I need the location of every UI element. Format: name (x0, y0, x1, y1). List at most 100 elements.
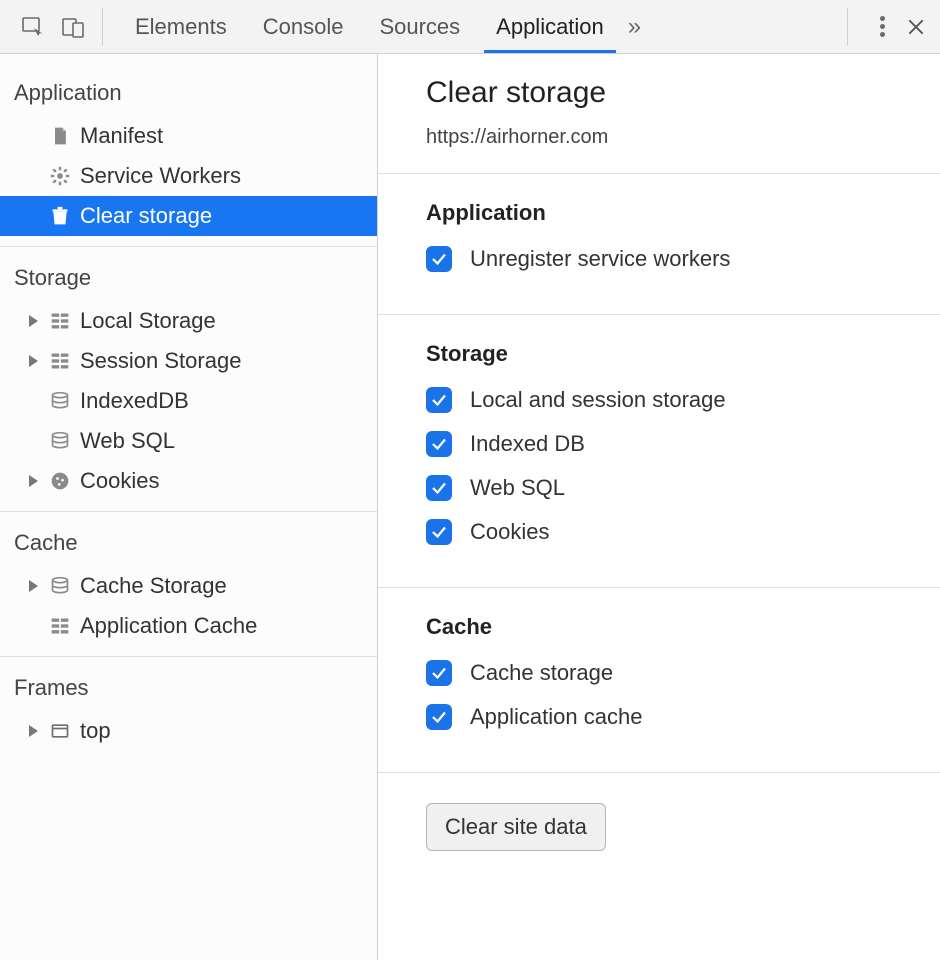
sidebar-item-cache-storage[interactable]: Cache Storage (0, 566, 377, 606)
sidebar-item-label: Service Workers (76, 163, 241, 189)
grid-icon (46, 311, 74, 331)
sidebar-item-label: Web SQL (76, 428, 175, 454)
checkbox-checked-icon[interactable] (426, 519, 452, 545)
sidebar-item-indexeddb[interactable]: IndexedDB (0, 381, 377, 421)
sidebar-group-frames: Frames top (0, 661, 377, 751)
expand-arrow-icon[interactable] (22, 580, 44, 592)
sidebar-group-application: Application Manifest Service Workers (0, 66, 377, 236)
section-heading: Cache (426, 614, 892, 640)
sidebar-item-label: Session Storage (76, 348, 241, 374)
grid-icon (46, 616, 74, 636)
sidebar-group-title: Storage (0, 251, 377, 301)
inspect-element-icon[interactable] (18, 12, 48, 42)
check-indexed-db[interactable]: Indexed DB (426, 431, 892, 457)
close-devtools-icon[interactable] (902, 13, 930, 41)
checkbox-label: Indexed DB (470, 431, 585, 457)
sidebar-item-local-storage[interactable]: Local Storage (0, 301, 377, 341)
checkbox-checked-icon[interactable] (426, 387, 452, 413)
sidebar-item-service-workers[interactable]: Service Workers (0, 156, 377, 196)
expand-arrow-icon[interactable] (22, 315, 44, 327)
toolbar-separator (847, 8, 848, 46)
panel-footer: Clear site data (378, 773, 940, 881)
more-options-icon[interactable] (870, 16, 894, 37)
sidebar-group-storage: Storage Local Storage Session Storage In… (0, 251, 377, 501)
db-icon (46, 431, 74, 451)
sidebar-item-label: top (76, 718, 111, 744)
check-cookies[interactable]: Cookies (426, 519, 892, 545)
tab-label: Elements (135, 14, 227, 40)
tab-label: Application (496, 14, 604, 40)
sidebar-item-websql[interactable]: Web SQL (0, 421, 377, 461)
devtools-toolbar: Elements Console Sources Application » (0, 0, 940, 54)
sidebar-separator (0, 246, 377, 247)
tabs-overflow-icon[interactable]: » (628, 13, 641, 41)
sidebar-item-session-storage[interactable]: Session Storage (0, 341, 377, 381)
sidebar-item-application-cache[interactable]: Application Cache (0, 606, 377, 646)
sidebar-group-title: Frames (0, 661, 377, 711)
sidebar-item-label: Cookies (76, 468, 159, 494)
devtools-tabs: Elements Console Sources Application (117, 0, 622, 53)
checkbox-label: Application cache (470, 704, 642, 730)
check-application-cache[interactable]: Application cache (426, 704, 892, 730)
cookie-icon (46, 471, 74, 491)
clear-storage-panel: Clear storage https://airhorner.com Appl… (378, 54, 940, 960)
check-cache-storage[interactable]: Cache storage (426, 660, 892, 686)
tab-label: Sources (379, 14, 460, 40)
sidebar-item-label: Application Cache (76, 613, 257, 639)
expand-arrow-icon[interactable] (22, 475, 44, 487)
section-heading: Application (426, 200, 892, 226)
checkbox-label: Local and session storage (470, 387, 726, 413)
sidebar-group-cache: Cache Cache Storage Application Cache (0, 516, 377, 646)
checkbox-checked-icon[interactable] (426, 660, 452, 686)
expand-arrow-icon[interactable] (22, 355, 44, 367)
sidebar-group-title: Cache (0, 516, 377, 566)
tab-elements[interactable]: Elements (117, 0, 245, 53)
panel-header: Clear storage https://airhorner.com (378, 54, 940, 174)
sidebar-separator (0, 656, 377, 657)
sidebar-item-label: Local Storage (76, 308, 216, 334)
checkbox-checked-icon[interactable] (426, 246, 452, 272)
tab-application[interactable]: Application (478, 0, 622, 53)
db-icon (46, 576, 74, 596)
sidebar-item-label: Manifest (76, 123, 163, 149)
clear-site-data-button[interactable]: Clear site data (426, 803, 606, 851)
section-storage: Storage Local and session storage Indexe… (378, 315, 940, 588)
panel-origin: https://airhorner.com (426, 126, 892, 149)
tab-sources[interactable]: Sources (361, 0, 478, 53)
gear-icon (46, 166, 74, 186)
section-heading: Storage (426, 341, 892, 367)
checkbox-label: Cache storage (470, 660, 613, 686)
checkbox-label: Cookies (470, 519, 549, 545)
frame-icon (46, 721, 74, 741)
document-icon (46, 126, 74, 146)
toolbar-separator (102, 8, 103, 46)
db-icon (46, 391, 74, 411)
sidebar-item-label: IndexedDB (76, 388, 189, 414)
check-local-session-storage[interactable]: Local and session storage (426, 387, 892, 413)
trash-icon (46, 206, 74, 226)
checkbox-checked-icon[interactable] (426, 431, 452, 457)
grid-icon (46, 351, 74, 371)
panel-title: Clear storage (426, 76, 892, 110)
sidebar-item-label: Cache Storage (76, 573, 227, 599)
checkbox-label: Unregister service workers (470, 246, 730, 272)
section-cache: Cache Cache storage Application cache (378, 588, 940, 773)
sidebar-separator (0, 511, 377, 512)
sidebar-item-top-frame[interactable]: top (0, 711, 377, 751)
sidebar-item-cookies[interactable]: Cookies (0, 461, 377, 501)
checkbox-checked-icon[interactable] (426, 475, 452, 501)
checkbox-label: Web SQL (470, 475, 565, 501)
check-web-sql[interactable]: Web SQL (426, 475, 892, 501)
device-toggle-icon[interactable] (58, 12, 88, 42)
sidebar-item-clear-storage[interactable]: Clear storage (0, 196, 377, 236)
tab-label: Console (263, 14, 344, 40)
sidebar-item-manifest[interactable]: Manifest (0, 116, 377, 156)
sidebar-group-title: Application (0, 66, 377, 116)
checkbox-checked-icon[interactable] (426, 704, 452, 730)
sidebar-item-label: Clear storage (76, 203, 212, 229)
check-unregister-service-workers[interactable]: Unregister service workers (426, 246, 892, 272)
application-sidebar: Application Manifest Service Workers (0, 54, 378, 960)
expand-arrow-icon[interactable] (22, 725, 44, 737)
tab-console[interactable]: Console (245, 0, 362, 53)
section-application: Application Unregister service workers (378, 174, 940, 315)
